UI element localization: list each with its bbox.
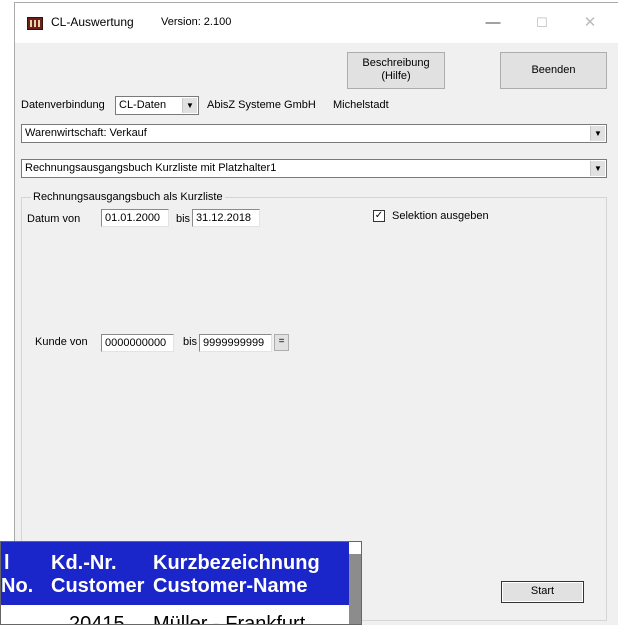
title-bar[interactable]: CL-Auswertung Version: 2.100 — ☐ ✕ xyxy=(15,3,618,43)
table-shadow xyxy=(349,554,361,624)
date-to-label: bis xyxy=(176,213,191,225)
connection-select[interactable]: CL-Daten ▼ xyxy=(115,96,199,115)
selection-checkbox[interactable]: ✓ xyxy=(373,210,385,222)
quit-button[interactable]: Beenden xyxy=(500,52,607,89)
chevron-down-icon[interactable]: ▼ xyxy=(590,161,605,176)
module-value: Warenwirtschaft: Verkauf xyxy=(25,127,147,139)
start-button[interactable]: Start xyxy=(501,581,584,603)
table-preview-overlay: l No. Kd.-Nr. Customer Kurzbezeichnung C… xyxy=(0,541,362,625)
date-from-label: Datum von xyxy=(27,213,81,225)
connection-value: CL-Daten xyxy=(119,99,167,111)
date-from-input[interactable]: 01.01.2000 xyxy=(101,209,169,227)
module-select[interactable]: Warenwirtschaft: Verkauf ▼ xyxy=(21,124,607,143)
header-col0-line1: l xyxy=(4,552,10,574)
app-icon xyxy=(27,17,43,30)
row-customer-name: Müller - Frankfurt xyxy=(153,613,306,625)
customer-to-input[interactable]: 9999999999 xyxy=(199,334,272,352)
customer-from-input[interactable]: 0000000000 xyxy=(101,334,174,352)
selection-label: Selektion ausgeben xyxy=(392,210,489,222)
report-value: Rechnungsausgangsbuch Kurzliste mit Plat… xyxy=(25,162,277,174)
application-window: CL-Auswertung Version: 2.100 — ☐ ✕ Besch… xyxy=(14,2,618,625)
close-icon[interactable]: ✕ xyxy=(567,11,613,35)
date-to-input[interactable]: 31.12.2018 xyxy=(192,209,260,227)
company-name: AbisZ Systeme GmbH xyxy=(207,99,316,111)
report-select[interactable]: Rechnungsausgangsbuch Kurzliste mit Plat… xyxy=(21,159,607,178)
version-label: Version: 2.100 xyxy=(161,16,232,28)
window-title: CL-Auswertung xyxy=(51,15,134,29)
company-city: Michelstadt xyxy=(333,99,389,111)
connection-label: Datenverbindung xyxy=(21,99,105,111)
header-col0-line2: No. xyxy=(1,575,34,597)
maximize-icon[interactable]: ☐ xyxy=(519,11,565,35)
header-col1-line2: Customer xyxy=(51,575,145,597)
header-col2-line1: Kurzbezeichnung xyxy=(153,552,320,574)
help-button-line2: (Hilfe) xyxy=(381,70,411,82)
help-button[interactable]: Beschreibung (Hilfe) xyxy=(347,52,445,89)
chevron-down-icon[interactable]: ▼ xyxy=(182,98,197,113)
customer-to-label: bis xyxy=(183,336,198,348)
group-title: Rechnungsausgangsbuch als Kurzliste xyxy=(31,191,225,203)
equals-button[interactable]: = xyxy=(274,334,289,351)
row-customer-number: 20415 xyxy=(69,613,125,625)
minimize-icon[interactable]: — xyxy=(470,11,516,35)
customer-from-label: Kunde von xyxy=(35,336,88,348)
header-col1-line1: Kd.-Nr. xyxy=(51,552,117,574)
help-button-line1: Beschreibung xyxy=(362,57,430,69)
header-col2-line2: Customer-Name xyxy=(153,575,308,597)
chevron-down-icon[interactable]: ▼ xyxy=(590,126,605,141)
